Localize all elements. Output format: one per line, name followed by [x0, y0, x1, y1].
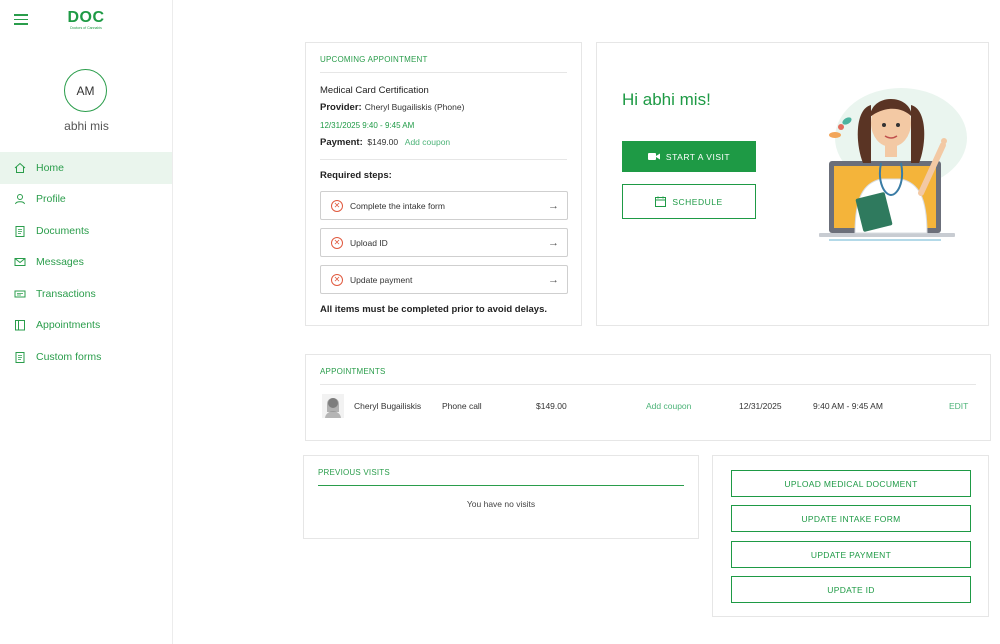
sidebar-item-home[interactable]: Home [0, 152, 172, 184]
appointment-datetime: 12/31/2025 9:40 - 9:45 AM [320, 121, 415, 130]
arrow-right-icon: → [548, 273, 559, 286]
video-camera-icon [647, 152, 660, 161]
sidebar-item-label: Documents [36, 224, 90, 237]
logo[interactable]: DOC Doctors of Cannabis [66, 10, 106, 31]
greeting: Hi abhi mis! [622, 90, 711, 109]
step-update-payment[interactable]: ✕ Update payment → [320, 265, 568, 294]
welcome-card: Hi abhi mis! START A VISIT SCHEDULE [596, 42, 989, 326]
mail-icon [14, 258, 26, 267]
add-coupon-link[interactable]: Add coupon [405, 137, 450, 147]
provider-avatar [322, 392, 344, 420]
payment-value: $149.00 [367, 137, 399, 147]
sidebar-nav: Home Profile Documents Messages Transact… [0, 152, 172, 373]
provider-label: Provider: [320, 102, 362, 113]
provider-value: Cheryl Bugailiskis (Phone) [364, 102, 465, 112]
update-intake-form-button[interactable]: UPDATE INTAKE FORM [731, 505, 971, 532]
section-label: UPCOMING APPOINTMENT [320, 55, 428, 64]
error-circle-icon: ✕ [331, 199, 343, 212]
edit-link[interactable]: EDIT [949, 392, 968, 420]
money-icon [14, 290, 26, 298]
home-icon [14, 162, 26, 173]
provider-line: Provider: Cheryl Bugailiskis (Phone) [320, 102, 464, 113]
add-coupon-link[interactable]: Add coupon [646, 392, 691, 420]
arrow-right-icon: → [548, 199, 559, 212]
sidebar-item-transactions[interactable]: Transactions [0, 278, 172, 310]
step-upload-id[interactable]: ✕ Upload ID → [320, 228, 568, 257]
error-circle-icon: ✕ [331, 236, 343, 249]
logo-text: DOC [67, 9, 105, 26]
user-icon [15, 194, 25, 205]
provider-name: Cheryl Bugailiskis [354, 401, 422, 411]
clipboard-icon [15, 351, 25, 363]
sidebar-item-label: Appointments [36, 319, 101, 332]
schedule-label: SCHEDULE [672, 196, 723, 207]
sidebar-item-label: Transactions [36, 287, 96, 300]
book-icon [15, 320, 25, 331]
clipboard-icon [15, 225, 25, 237]
required-note: All items must be completed prior to avo… [320, 304, 547, 315]
sidebar-item-messages[interactable]: Messages [0, 247, 172, 279]
divider [320, 384, 976, 385]
step-label: Complete the intake form [350, 200, 445, 211]
empty-state: You have no visits [466, 499, 536, 509]
appointment-date: 12/31/2025 [739, 401, 782, 411]
arrow-right-icon: → [548, 236, 559, 249]
divider [320, 159, 567, 160]
step-label: Upload ID [350, 237, 388, 248]
divider [320, 72, 567, 73]
appointments-card: APPOINTMENTS Cheryl Bugailiskis Phone ca… [305, 354, 991, 441]
section-label: APPOINTMENTS [320, 367, 386, 376]
avatar: AM [64, 69, 107, 112]
sidebar-item-custom-forms[interactable]: Custom forms [0, 341, 172, 373]
sidebar-item-label: Custom forms [36, 350, 102, 363]
section-label: PREVIOUS VISITS [318, 468, 390, 477]
step-intake-form[interactable]: ✕ Complete the intake form → [320, 191, 568, 220]
payment-line: Payment: $149.00 Add coupon [320, 137, 450, 148]
payment-label: Payment: [320, 137, 363, 148]
doctor-illustration [819, 88, 967, 241]
error-circle-icon: ✕ [331, 273, 343, 286]
user-name: abhi mis [64, 119, 109, 133]
schedule-button[interactable]: SCHEDULE [622, 184, 756, 219]
price: $149.00 [536, 401, 567, 411]
appointment-time: 9:40 AM - 9:45 AM [813, 401, 883, 411]
update-id-button[interactable]: UPDATE ID [731, 576, 971, 603]
sidebar: DOC Doctors of Cannabis AM abhi mis Home… [0, 0, 173, 644]
start-visit-label: START A VISIT [665, 151, 731, 162]
table-row[interactable]: Cheryl Bugailiskis Phone call $149.00 Ad… [320, 392, 976, 420]
required-steps-title: Required steps: [320, 170, 392, 181]
logo-subtext: Doctors of Cannabis [70, 26, 102, 30]
hamburger-menu-icon[interactable] [14, 14, 28, 26]
actions-card: UPLOAD MEDICAL DOCUMENT UPDATE INTAKE FO… [712, 455, 989, 617]
previous-visits-card: PREVIOUS VISITS You have no visits [303, 455, 699, 539]
sidebar-item-profile[interactable]: Profile [0, 184, 172, 216]
appointment-title: Medical Card Certification [320, 85, 429, 96]
calendar-icon [655, 196, 667, 207]
sidebar-item-label: Home [36, 161, 65, 174]
sidebar-item-label: Messages [36, 256, 84, 269]
visit-type: Phone call [442, 401, 482, 411]
divider [318, 485, 684, 486]
sidebar-item-appointments[interactable]: Appointments [0, 310, 172, 342]
upload-medical-document-button[interactable]: UPLOAD MEDICAL DOCUMENT [731, 470, 971, 497]
start-visit-button[interactable]: START A VISIT [622, 141, 756, 172]
sidebar-item-label: Profile [36, 193, 66, 206]
update-payment-button[interactable]: UPDATE PAYMENT [731, 541, 971, 568]
sidebar-item-documents[interactable]: Documents [0, 215, 172, 247]
upcoming-appointment-card: UPCOMING APPOINTMENT Medical Card Certif… [305, 42, 582, 326]
step-label: Update payment [350, 274, 413, 285]
